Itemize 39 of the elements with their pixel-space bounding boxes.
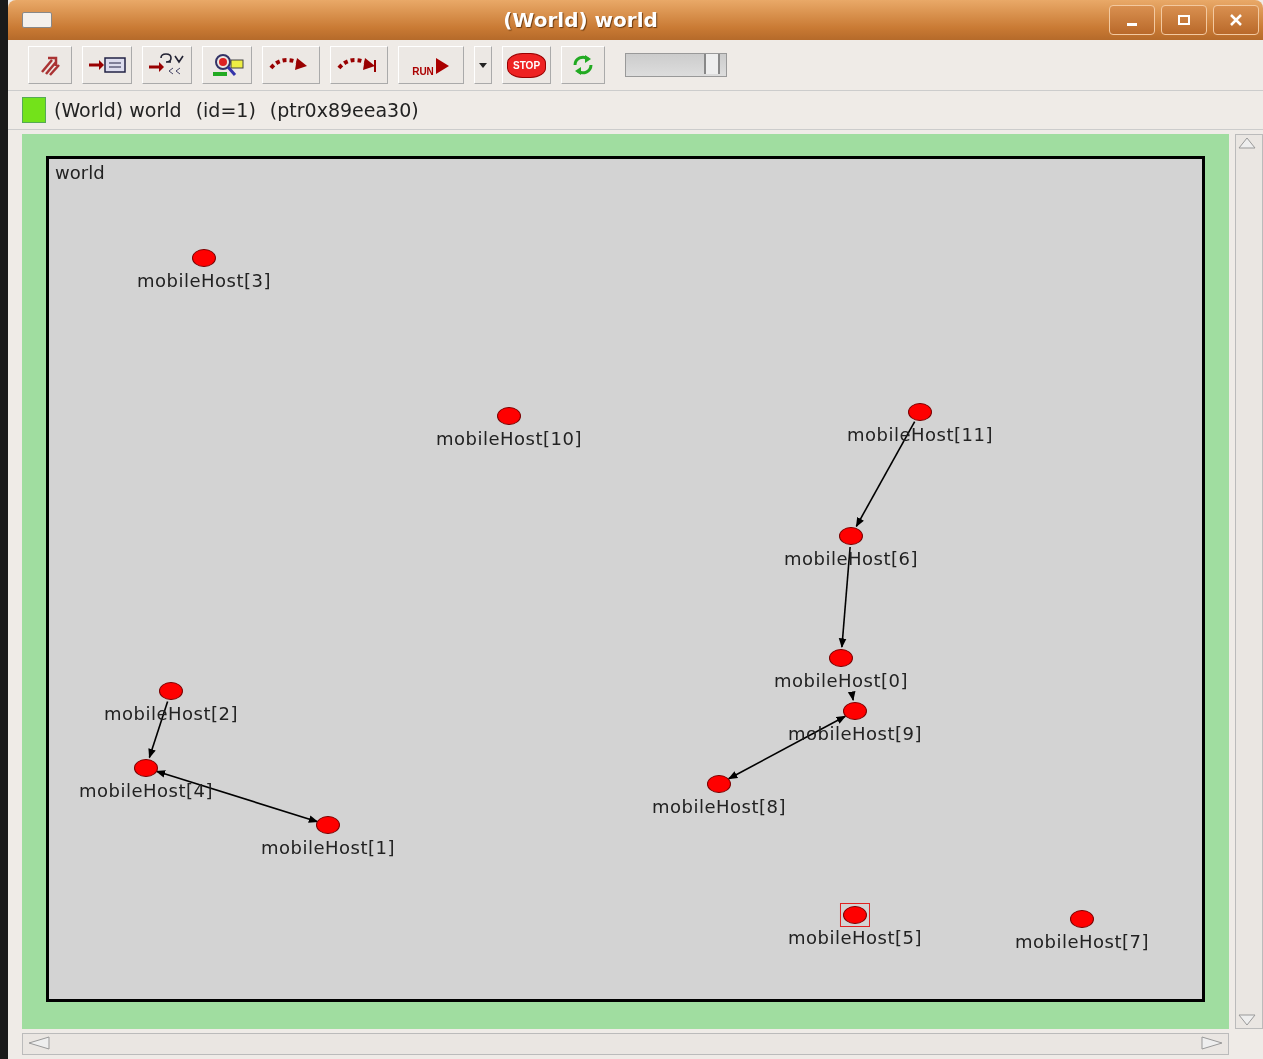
close-icon — [1228, 13, 1244, 27]
module-pointer: (ptr0x89eea30) — [269, 99, 419, 121]
window-title: (World) world — [502, 8, 659, 32]
arrow-window-icon — [87, 54, 127, 76]
inspect-button[interactable] — [82, 46, 132, 84]
stop-button[interactable]: STOP — [502, 46, 552, 84]
speed-slider[interactable] — [625, 53, 728, 77]
caret-icon — [478, 61, 488, 69]
host-node[interactable] — [840, 903, 870, 927]
node-label: mobileHost[8] — [652, 796, 786, 817]
node-label: mobileHost[4] — [79, 780, 213, 801]
node-label: mobileHost[5] — [788, 927, 922, 948]
module-id: (id=1) — [195, 99, 256, 121]
step-button[interactable] — [262, 46, 320, 84]
maximize-button[interactable] — [1161, 5, 1207, 35]
refresh-button[interactable] — [561, 46, 606, 84]
fast-run-button[interactable] — [330, 46, 388, 84]
stairs-arrow-icon — [38, 54, 62, 76]
node-label: mobileHost[1] — [261, 837, 395, 858]
minimize-icon — [1127, 22, 1137, 26]
module-color-icon — [22, 97, 46, 123]
maximize-icon — [1176, 13, 1192, 27]
run-mode-dropdown[interactable] — [474, 46, 492, 84]
module-name: (World) world — [54, 99, 182, 121]
run-button[interactable]: RUN — [398, 46, 464, 84]
window-menu-icon[interactable] — [22, 12, 52, 28]
close-button[interactable] — [1213, 5, 1259, 35]
node-label: mobileHost[7] — [1015, 931, 1149, 952]
node-label: mobileHost[10] — [436, 428, 582, 449]
slider-thumb[interactable] — [704, 54, 721, 74]
play-icon — [433, 55, 450, 77]
find-objects-button[interactable] — [202, 46, 252, 84]
node-label: mobileHost[3] — [137, 270, 271, 291]
parent-module-button[interactable] — [28, 46, 72, 84]
node-label: mobileHost[0] — [774, 670, 908, 691]
link-arrow — [847, 691, 856, 702]
minimize-button[interactable] — [1109, 5, 1155, 35]
event-log-button[interactable] — [142, 46, 192, 84]
network-title: world — [55, 162, 105, 183]
